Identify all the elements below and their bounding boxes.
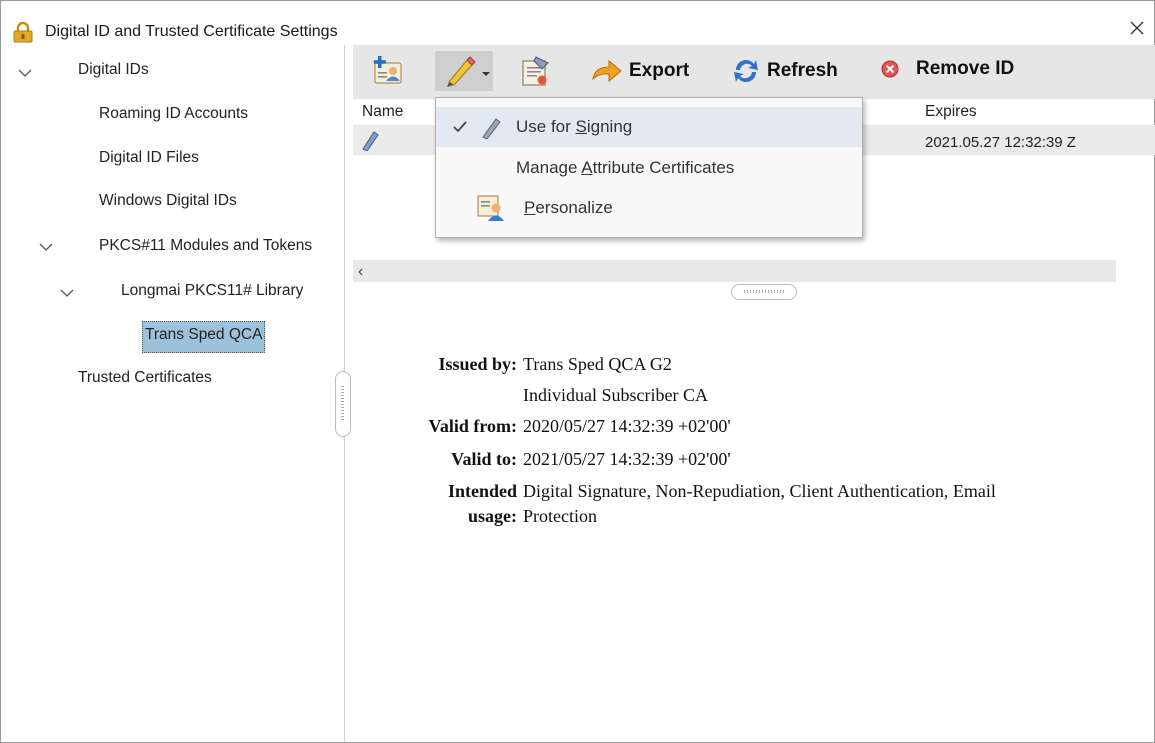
refresh-label: Refresh [767,60,838,81]
scroll-left-arrow-icon[interactable]: ‹ [358,263,363,281]
tree-item-longmai-library[interactable]: Longmai PKCS11# Library [121,282,303,300]
row-expires-value: 2021.05.27 12:32:39 Z [925,134,1076,151]
remove-id-button[interactable]: Remove ID [880,58,1014,80]
refresh-button[interactable]: Refresh [731,56,838,86]
menu-item-personalize[interactable]: Personalize [436,188,862,228]
close-button[interactable] [1120,13,1154,43]
column-header-name[interactable]: Name [362,103,403,121]
pen-icon [362,131,379,151]
toolbar: Export Refresh Remove ID [353,45,1155,99]
horizontal-scrollbar[interactable] [353,260,1116,282]
lock-icon [13,21,33,43]
export-button[interactable]: Export [591,57,689,85]
issued-by-line1: Trans Sped QCA G2 [523,354,672,374]
export-arrow-icon [592,59,622,83]
valid-to-label: Valid to: [451,449,517,469]
signing-dropdown-menu: Use for Signing Manage Attribute Certifi… [435,97,863,238]
use-for-signing-label: Use for Signing [516,117,633,136]
tree-item-roaming-id-accounts[interactable]: Roaming ID Accounts [99,105,248,123]
intended-usage-line2: Protection [523,506,597,526]
vertical-splitter-handle[interactable] [335,371,351,437]
dialog-window: Digital ID and Trusted Certificate Setti… [0,0,1155,743]
refresh-icon [734,60,758,82]
valid-to-value: 2021/05/27 14:32:39 +02'00' [523,449,731,469]
remove-icon [881,60,899,78]
chevron-down-icon[interactable] [18,68,32,78]
close-icon [1130,21,1144,35]
add-digital-id-icon [373,56,402,84]
menu-item-use-for-signing[interactable]: Use for Signing [436,107,862,147]
chevron-down-icon [482,72,490,76]
tree-item-digital-id-files[interactable]: Digital ID Files [99,149,199,167]
window-title: Digital ID and Trusted Certificate Setti… [45,23,338,40]
title-bar: Digital ID and Trusted Certificate Setti… [1,1,1154,43]
valid-from-label: Valid from: [428,416,517,436]
export-label: Export [629,60,690,81]
use-for-signing-dropdown-button[interactable] [443,54,491,88]
manage-attribute-certificates-label: Manage Attribute Certificates [516,158,735,177]
tree-item-digital-ids[interactable]: Digital IDs [78,61,149,79]
personalize-icon [477,195,504,221]
certificate-details-button[interactable] [518,53,554,89]
certificate-icon [522,56,549,86]
tree-item-pkcs11-modules[interactable]: PKCS#11 Modules and Tokens [99,237,312,255]
pen-icon [482,118,501,139]
chevron-down-icon[interactable] [39,242,53,252]
issued-by-label: Issued by: [438,354,517,374]
intended-usage-label-2: usage: [468,506,517,526]
valid-from-value: 2020/05/27 14:32:39 +02'00' [523,416,731,436]
intended-usage-label-1: Intended [447,481,517,501]
horizontal-splitter-handle[interactable] [731,284,797,300]
add-id-button[interactable] [371,54,405,88]
tree-item-trusted-certificates[interactable]: Trusted Certificates [78,369,212,387]
remove-id-label: Remove ID [916,58,1015,79]
personalize-label: Personalize [524,198,613,217]
pen-icon [447,56,476,87]
column-header-expires[interactable]: Expires [925,103,977,121]
chevron-down-icon[interactable] [60,288,74,298]
menu-item-manage-attribute-certificates[interactable]: Manage Attribute Certificates [436,148,862,188]
intended-usage-line1: Digital Signature, Non-Repudiation, Clie… [523,481,996,501]
issued-by-line2: Individual Subscriber CA [523,385,708,405]
checkmark-icon [453,121,467,133]
tree-item-windows-digital-ids[interactable]: Windows Digital IDs [99,192,237,210]
tree-item-trans-sped-qca[interactable]: Trans Sped QCA [142,321,266,353]
